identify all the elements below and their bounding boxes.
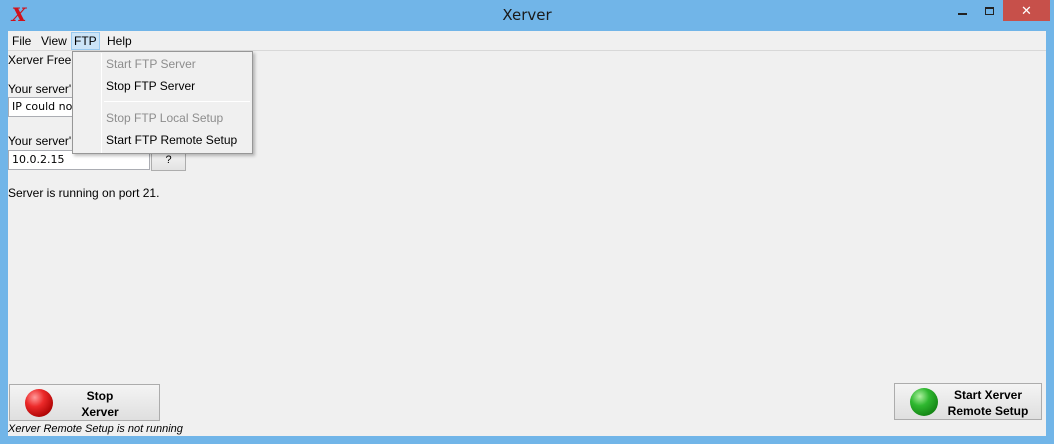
menu-ftp[interactable]: FTP <box>71 32 100 50</box>
ftp-dropdown-menu: Start FTP Server Stop FTP Server Stop FT… <box>72 51 253 154</box>
server-ip-label: Your server' <box>8 82 72 96</box>
green-start-icon <box>910 388 938 416</box>
remote-button-line1: Start Xerver <box>953 388 1023 402</box>
menu-view[interactable]: View <box>38 33 70 50</box>
menu-item-stop-ftp-server[interactable]: Stop FTP Server <box>106 75 195 97</box>
close-icon: ✕ <box>1021 2 1032 18</box>
stop-button-label: Stop Xerver <box>60 388 140 420</box>
local-ip-label: Your server' <box>8 134 72 148</box>
maximize-icon <box>985 6 994 15</box>
minimize-button[interactable] <box>949 0 976 21</box>
remote-button-line2: Remote Setup <box>947 404 1029 418</box>
title-bar[interactable]: X Xerver ✕ <box>0 0 1054 31</box>
minimize-icon <box>958 12 967 15</box>
menu-separator <box>104 101 250 102</box>
remote-setup-status: Xerver Remote Setup is not running <box>8 423 183 435</box>
server-status: Server is running on port 21. <box>8 186 160 200</box>
menu-file[interactable]: File <box>9 33 34 50</box>
stop-button-line2: Xerver <box>81 405 119 419</box>
remote-button-label: Start Xerver Remote Setup <box>942 387 1034 419</box>
menu-item-start-ftp-remote-setup[interactable]: Start FTP Remote Setup <box>106 129 237 151</box>
close-button[interactable]: ✕ <box>1003 0 1050 21</box>
menu-item-stop-ftp-local-setup: Stop FTP Local Setup <box>106 111 224 125</box>
window-title: Xerver <box>502 6 552 24</box>
app-heading: Xerver Free <box>8 53 72 67</box>
maximize-button[interactable] <box>976 0 1003 21</box>
app-window: X Xerver ✕ File View FTP Help Xerver Fre… <box>0 0 1054 444</box>
menu-bar: File View FTP Help <box>8 31 1046 51</box>
menu-item-start-ftp-server: Start FTP Server <box>106 57 196 71</box>
start-remote-setup-button[interactable]: Start Xerver Remote Setup <box>894 383 1042 420</box>
menu-icon-gutter <box>101 53 102 153</box>
stop-xerver-button[interactable]: Stop Xerver <box>9 384 160 421</box>
menu-help[interactable]: Help <box>104 33 135 50</box>
stop-button-line1: Stop <box>86 389 114 403</box>
red-stop-icon <box>25 389 53 417</box>
